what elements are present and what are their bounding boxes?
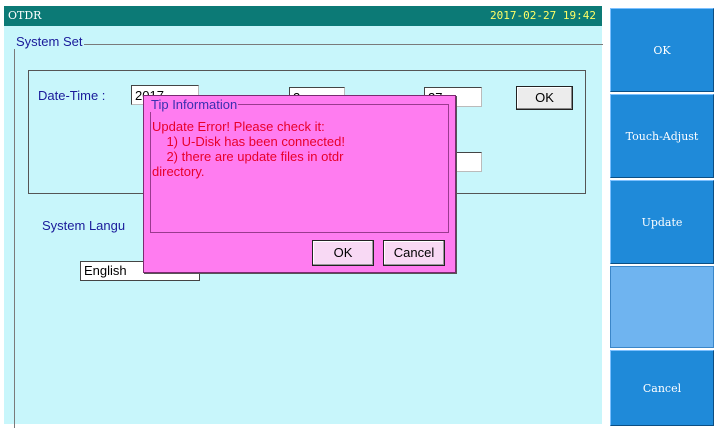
side-menu: OK Touch-Adjust Update Cancel <box>608 6 714 426</box>
side-empty-slot <box>610 266 714 348</box>
dialog-line: 1) U-Disk has been connected! <box>152 134 345 149</box>
dialog-message: Update Error! Please check it: 1) U-Disk… <box>152 119 446 179</box>
update-button[interactable]: Update <box>610 180 714 264</box>
app-title: OTDR <box>8 9 42 22</box>
dialog-line: 2) there are update files in otdr <box>152 149 344 164</box>
dialog-line: Update Error! Please check it: <box>152 119 325 134</box>
date-time-ok-button[interactable]: OK <box>516 86 573 110</box>
tip-information-dialog: Tip Information Update Error! Please che… <box>143 95 456 273</box>
date-time-label: Date-Time : <box>38 88 106 103</box>
dialog-cancel-button[interactable]: Cancel <box>383 240 445 266</box>
system-language-label: System Langu <box>42 218 126 233</box>
system-set-legend: System Set <box>14 34 85 49</box>
dialog-ok-button[interactable]: OK <box>312 240 374 266</box>
side-ok-button[interactable]: OK <box>610 8 714 92</box>
otdr-screen: OTDR 2017-02-27 19:42 System Set Date-Ti… <box>0 0 716 428</box>
side-cancel-button[interactable]: Cancel <box>610 350 714 426</box>
title-bar: OTDR 2017-02-27 19:42 <box>4 6 602 26</box>
touch-adjust-button[interactable]: Touch-Adjust <box>610 94 714 178</box>
clock-readout: 2017-02-27 19:42 <box>490 9 596 22</box>
dialog-line: directory. <box>152 164 205 179</box>
dialog-title: Tip Information <box>150 97 239 112</box>
